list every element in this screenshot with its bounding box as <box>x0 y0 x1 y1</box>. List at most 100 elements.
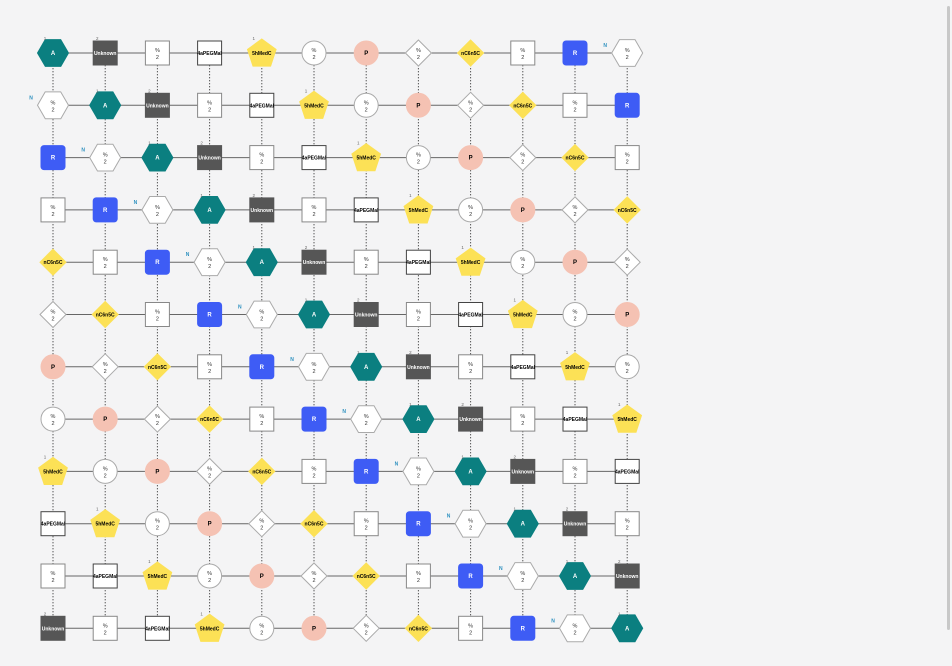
node-nc6n5c[interactable]: nC6n5C <box>456 39 485 67</box>
node-a[interactable]: A <box>454 457 487 486</box>
node-p[interactable]: P <box>510 197 536 223</box>
node-r[interactable]: R <box>249 354 275 380</box>
node-h[interactable]: %2 <box>402 457 435 486</box>
node-d[interactable]: %2 <box>352 614 380 643</box>
node-r[interactable]: R <box>40 145 66 171</box>
node-f[interactable]: %2 <box>40 563 66 589</box>
node-f[interactable]: %2 <box>144 302 170 327</box>
node-f[interactable]: %2 <box>353 511 379 537</box>
node-f[interactable]: %2 <box>301 197 327 223</box>
node-f[interactable]: %2 <box>40 197 66 223</box>
node-h[interactable]: %2 <box>193 248 226 277</box>
node-h[interactable]: %2 <box>611 39 644 67</box>
node-nc6n5c[interactable]: nC6n5C <box>509 91 537 120</box>
node-unknown[interactable]: Unknown <box>353 302 379 327</box>
node-4apegmal[interactable]: 4aPEGMal <box>92 563 118 589</box>
node-f[interactable]: %2 <box>353 249 379 275</box>
node-f[interactable]: %2 <box>614 511 640 537</box>
node-nc6n5c[interactable]: nC6n5C <box>404 614 433 643</box>
node-r[interactable]: R <box>458 563 484 589</box>
node-unknown[interactable]: Unknown <box>614 563 640 589</box>
node-a[interactable]: A <box>141 143 174 172</box>
node-nc6n5c[interactable]: nC6n5C <box>613 196 641 224</box>
node-unknown[interactable]: Unknown <box>405 354 431 380</box>
node-h[interactable]: %2 <box>297 352 331 381</box>
node-r[interactable]: R <box>92 197 118 223</box>
scrollbar-thumb[interactable] <box>947 6 950 630</box>
node-f[interactable]: %2 <box>197 354 223 380</box>
node-5hmedc[interactable]: 5hMedC <box>90 509 121 538</box>
node-h[interactable]: %2 <box>454 509 487 538</box>
node-c[interactable]: %2 <box>40 406 66 432</box>
node-r[interactable]: R <box>353 458 379 484</box>
node-p[interactable]: P <box>92 406 118 432</box>
node-4apegmal[interactable]: 4aPEGMal <box>562 406 588 432</box>
node-4apegmal[interactable]: 4aPEGMal <box>353 197 379 223</box>
node-d[interactable]: %2 <box>404 39 433 67</box>
node-nc6n5c[interactable]: nC6n5C <box>300 509 328 538</box>
node-4apegmal[interactable]: 4aPEGMal <box>510 354 536 380</box>
node-f[interactable]: %2 <box>510 406 536 432</box>
node-4apegmal[interactable]: 4aPEGMal <box>144 615 170 641</box>
node-r[interactable]: R <box>510 615 536 641</box>
node-d[interactable]: %2 <box>509 143 537 172</box>
node-unknown[interactable]: Unknown <box>144 92 170 118</box>
node-4apegmal[interactable]: 4aPEGMal <box>301 145 327 171</box>
node-d[interactable]: %2 <box>39 300 67 329</box>
node-nc6n5c[interactable]: nC6n5C <box>91 300 119 329</box>
node-4apegmal[interactable]: 4aPEGMal <box>405 249 431 275</box>
node-4apegmal[interactable]: 4aPEGMal <box>614 458 640 484</box>
node-f[interactable]: %2 <box>249 145 275 171</box>
node-a[interactable]: A <box>402 405 435 433</box>
node-unknown[interactable]: Unknown <box>458 406 484 432</box>
node-r[interactable]: R <box>197 302 223 327</box>
node-h[interactable]: %2 <box>36 91 70 120</box>
node-5hmedc[interactable]: 5hMedC <box>246 38 277 67</box>
node-p[interactable]: P <box>249 563 275 589</box>
node-p[interactable]: P <box>301 615 327 641</box>
node-r[interactable]: R <box>405 511 431 537</box>
node-a[interactable]: A <box>558 562 592 590</box>
node-c[interactable]: %2 <box>405 145 431 171</box>
node-f[interactable]: %2 <box>405 563 431 589</box>
node-5hmedc[interactable]: 5hMedC <box>38 456 68 485</box>
node-r[interactable]: R <box>562 40 588 66</box>
node-r[interactable]: R <box>144 249 170 275</box>
node-f[interactable]: %2 <box>562 458 588 484</box>
node-5hmedc[interactable]: 5hMedC <box>612 404 643 433</box>
node-unknown[interactable]: Unknown <box>197 145 223 171</box>
node-5hmedc[interactable]: 5hMedC <box>507 299 538 329</box>
node-nc6n5c[interactable]: nC6n5C <box>195 405 224 433</box>
node-p[interactable]: P <box>405 92 431 118</box>
node-5hmedc[interactable]: 5hMedC <box>194 613 225 642</box>
node-h[interactable]: %2 <box>89 143 122 172</box>
node-nc6n5c[interactable]: nC6n5C <box>248 457 276 486</box>
node-nc6n5c[interactable]: nC6n5C <box>39 248 67 276</box>
node-f[interactable]: %2 <box>510 40 536 66</box>
node-d[interactable]: %2 <box>561 196 589 224</box>
node-f[interactable]: %2 <box>92 249 118 275</box>
node-p[interactable]: P <box>197 511 223 537</box>
node-p[interactable]: P <box>458 145 484 171</box>
node-d[interactable]: %2 <box>91 353 119 381</box>
node-unknown[interactable]: Unknown <box>562 511 588 537</box>
node-h[interactable]: %2 <box>350 405 383 433</box>
node-c[interactable]: %2 <box>249 615 275 641</box>
node-f[interactable]: %2 <box>405 302 431 327</box>
node-h[interactable]: %2 <box>141 196 174 224</box>
node-f[interactable]: %2 <box>249 406 275 432</box>
node-f[interactable]: %2 <box>562 92 588 118</box>
node-f[interactable]: %2 <box>458 615 484 641</box>
node-d[interactable]: %2 <box>143 405 172 433</box>
node-nc6n5c[interactable]: nC6n5C <box>352 562 380 590</box>
node-d[interactable]: %2 <box>248 509 276 538</box>
node-f[interactable]: %2 <box>458 354 484 380</box>
node-d[interactable]: %2 <box>613 248 641 276</box>
node-h[interactable]: %2 <box>506 562 539 590</box>
node-a[interactable]: A <box>350 352 383 381</box>
node-5hmedc[interactable]: 5hMedC <box>351 142 382 172</box>
node-c[interactable]: %2 <box>458 197 484 223</box>
node-f[interactable]: %2 <box>301 458 327 484</box>
node-r[interactable]: R <box>301 406 327 432</box>
node-4apegmal[interactable]: 4aPEGMal <box>197 40 222 66</box>
